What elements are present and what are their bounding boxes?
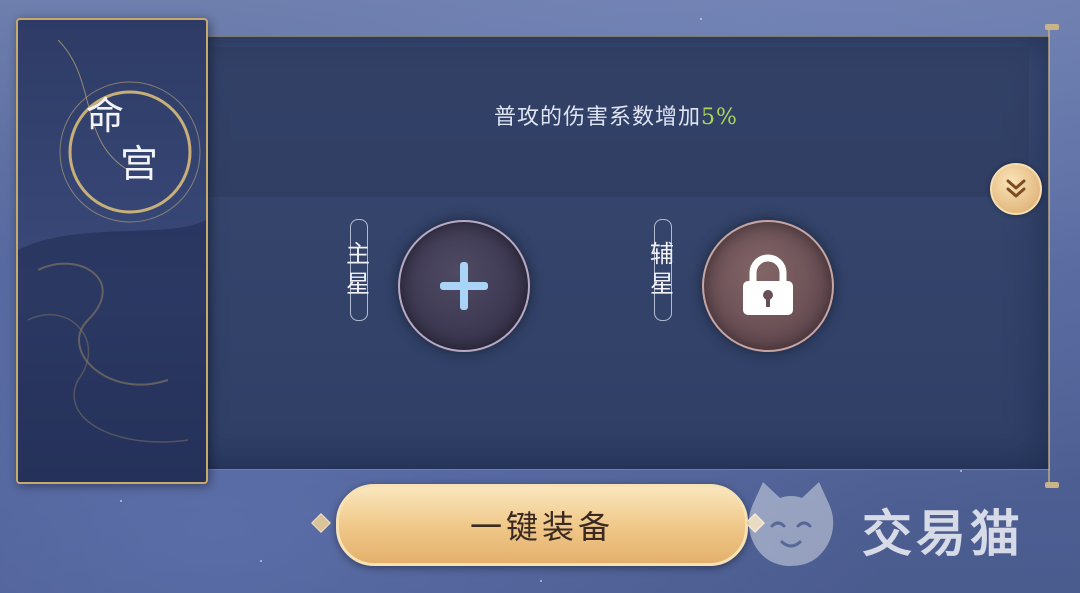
bonus-text: 普攻的伤害系数增加: [494, 105, 702, 130]
lock-icon: [743, 254, 793, 315]
expand-button[interactable]: [990, 163, 1042, 215]
fate-palace-banner: 命 宫: [16, 18, 208, 484]
sub-star-label-char1: 辅: [650, 240, 674, 268]
equip-left-ornament: [311, 513, 331, 533]
bonus-value: 5%: [701, 105, 738, 130]
rail-cap-top: [1045, 24, 1059, 30]
double-chevron-down-icon: [1006, 179, 1026, 198]
sub-star-label: 辅 星: [644, 214, 680, 324]
rail-cap-bottom: [1045, 482, 1059, 488]
cat-logo-icon: [748, 482, 834, 566]
bonus-description: 普攻的伤害系数增加5%: [183, 99, 1049, 131]
sub-star-slot[interactable]: [702, 220, 834, 352]
banner-ornament: [18, 39, 206, 482]
main-star-label-char2: 星: [346, 270, 370, 298]
one-key-equip-button[interactable]: 一键装备: [336, 484, 748, 566]
main-star-label: 主 星: [340, 214, 376, 324]
sub-star-label-char2: 星: [650, 270, 674, 298]
main-star-label-char1: 主: [346, 240, 370, 268]
banner-title-char2: 宫: [120, 142, 159, 186]
plus-icon: [440, 262, 488, 310]
banner-title-char1: 命: [86, 94, 125, 138]
stat-panel: 普攻的伤害系数增加5%: [182, 36, 1050, 470]
watermark-text: 交易猫: [862, 505, 1024, 563]
scroll-rail[interactable]: [1048, 26, 1058, 486]
banner-title: 命 宫: [86, 92, 196, 188]
main-star-slot[interactable]: [398, 220, 530, 352]
equip-button-label: 一键装备: [469, 508, 614, 546]
